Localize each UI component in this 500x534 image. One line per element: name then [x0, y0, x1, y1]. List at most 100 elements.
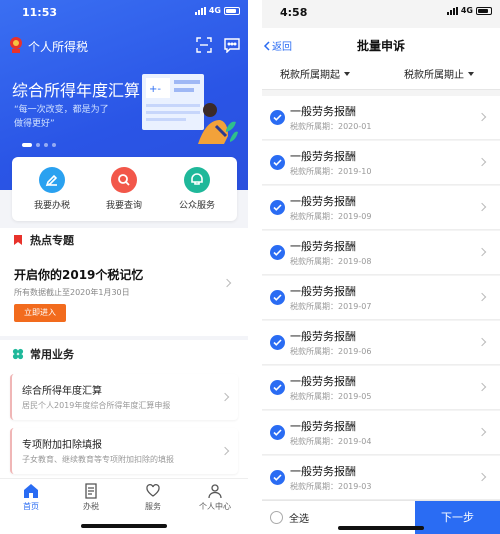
list-item[interactable]: 一般劳务报酬 税款所属期：2020-01 [262, 96, 500, 140]
checkbox-checked-icon[interactable] [270, 290, 285, 305]
chevron-right-icon [220, 446, 230, 456]
tab-label: 个人中心 [199, 502, 231, 511]
record-title: 一般劳务报酬 [290, 150, 356, 163]
carousel-dots[interactable] [22, 143, 56, 147]
quick-item-label: 公众服务 [178, 201, 215, 211]
battery-icon [476, 6, 492, 15]
record-period: 税款所属期：2019-03 [290, 482, 372, 491]
nav-bar: 返回 批量申诉 [262, 28, 500, 58]
radio-unchecked-icon [270, 511, 283, 524]
scan-icon[interactable] [196, 37, 212, 53]
banner-illustration-icon: +- [142, 74, 238, 144]
quick-item-label: 我要查询 [105, 201, 142, 211]
checkbox-checked-icon[interactable] [270, 110, 285, 125]
banner-title[interactable]: 综合所得年度汇算 [12, 77, 140, 101]
hot-topic-title[interactable]: 开启你的2019个税记忆 [14, 266, 143, 283]
checkbox-checked-icon[interactable] [270, 335, 285, 350]
svg-text:+-: +- [149, 84, 161, 95]
status-indicators: 4G [194, 6, 240, 15]
signal-icon [194, 6, 206, 15]
record-title: 一般劳务报酬 [290, 240, 356, 253]
chevron-right-icon [477, 382, 487, 392]
business-item-special-deduction[interactable]: 专项附加扣除填报 子女教育、继续教育等专项附加扣除的填报 [10, 428, 238, 474]
bottom-action-bar: 全选 下一步 [262, 500, 500, 534]
enter-now-button[interactable]: 立即进入 [14, 304, 66, 322]
record-period: 税款所属期：2019-07 [290, 302, 372, 311]
filter-label: 税款所属期起 [280, 70, 340, 81]
hot-topic-heading-text: 热点专题 [30, 234, 74, 247]
business-item-annual-settlement[interactable]: 综合所得年度汇算 居民个人2019年度综合所得年度汇算申报 [10, 374, 238, 420]
status-time: 11:53 [22, 6, 58, 19]
next-step-button[interactable]: 下一步 [415, 501, 500, 534]
checkbox-checked-icon[interactable] [270, 155, 285, 170]
tab-services[interactable]: 服务 [128, 483, 178, 512]
filter-period-end[interactable]: 税款所属期止 [404, 66, 474, 81]
list-item[interactable]: 一般劳务报酬 税款所属期：2019-07 [262, 276, 500, 320]
checkbox-checked-icon[interactable] [270, 245, 285, 260]
clover-icon [12, 348, 24, 360]
list-item[interactable]: 一般劳务报酬 税款所属期：2019-09 [262, 186, 500, 230]
status-bar: 11:53 4G [0, 0, 248, 24]
network-type: 4G [208, 6, 221, 15]
checkbox-checked-icon[interactable] [270, 380, 285, 395]
record-title: 一般劳务报酬 [290, 375, 356, 388]
list-item[interactable]: 一般劳务报酬 税款所属期：2019-08 [262, 231, 500, 275]
batch-appeal-screen: 4:58 4G 返回 批量申诉 税款所属期起 税款所属期止 一般劳务报酬 税款所… [262, 0, 500, 534]
record-period: 税款所属期：2019-04 [290, 437, 372, 446]
record-title: 一般劳务报酬 [290, 465, 356, 478]
status-bar: 4:58 4G [262, 0, 500, 24]
record-period: 税款所属期：2019-06 [290, 347, 372, 356]
checkbox-checked-icon[interactable] [270, 200, 285, 215]
list-item[interactable]: 一般劳务报酬 税款所属期：2019-03 [262, 456, 500, 500]
record-title: 一般劳务报酬 [290, 285, 356, 298]
record-title: 一般劳务报酬 [290, 195, 356, 208]
home-screen: 11:53 4G 个人所得税 综合所得年度汇算 “每一次改变，都是为了做得更好”… [0, 0, 248, 534]
page-title: 批量申诉 [356, 39, 405, 53]
chevron-right-icon [220, 392, 230, 402]
chevron-right-icon [477, 337, 487, 347]
battery-icon [224, 6, 240, 15]
business-item-title: 专项附加扣除填报 [22, 440, 102, 451]
business-item-title: 综合所得年度汇算 [22, 386, 102, 397]
tax-emblem-icon [10, 37, 22, 53]
record-period: 税款所属期：2019-05 [290, 392, 372, 401]
app-header: 个人所得税 [8, 36, 240, 56]
record-period: 税款所属期：2019-08 [290, 257, 372, 266]
document-icon [85, 483, 97, 499]
tab-label: 首页 [23, 502, 39, 511]
chevron-right-icon [477, 247, 487, 257]
checkbox-checked-icon[interactable] [270, 425, 285, 440]
tab-file-tax[interactable]: 办税 [66, 483, 116, 512]
chevron-right-icon [477, 427, 487, 437]
home-icon [24, 484, 38, 498]
status-indicators: 4G [446, 6, 492, 15]
home-indicator [338, 526, 424, 530]
message-icon[interactable] [224, 37, 240, 53]
quick-item-file-tax[interactable]: 我要办税 [22, 167, 82, 211]
tab-personal-center[interactable]: 个人中心 [190, 483, 240, 512]
record-period: 税款所属期：2019-10 [290, 167, 372, 176]
business-item-subtitle: 居民个人2019年度综合所得年度汇算申报 [22, 401, 171, 410]
quick-item-query[interactable]: 我要查询 [94, 167, 154, 211]
list-item[interactable]: 一般劳务报酬 税款所属期：2019-05 [262, 366, 500, 410]
checkbox-checked-icon[interactable] [270, 470, 285, 485]
quick-item-public-service[interactable]: 公众服务 [167, 167, 227, 211]
screen-root: 11:53 4G 个人所得税 综合所得年度汇算 “每一次改变，都是为了做得更好”… [0, 0, 500, 534]
filter-label: 税款所属期止 [404, 70, 464, 81]
bookmark-icon [14, 235, 22, 245]
list-item[interactable]: 一般劳务报酬 税款所属期：2019-10 [262, 141, 500, 185]
chevron-right-icon [477, 202, 487, 212]
common-business-heading-text: 常用业务 [30, 348, 74, 361]
list-item[interactable]: 一般劳务报酬 税款所属期：2019-04 [262, 411, 500, 455]
user-icon [208, 484, 222, 499]
network-type: 4G [460, 6, 473, 15]
list-item[interactable]: 一般劳务报酬 税款所属期：2019-06 [262, 321, 500, 365]
select-all-toggle[interactable]: 全选 [270, 510, 309, 525]
caret-down-icon [468, 71, 474, 76]
tab-label: 服务 [145, 502, 161, 511]
filter-period-start[interactable]: 税款所属期起 [280, 66, 350, 81]
chevron-right-icon [477, 292, 487, 302]
edit-icon [39, 167, 65, 193]
tab-home[interactable]: 首页 [6, 483, 56, 512]
service-icon [184, 167, 210, 193]
